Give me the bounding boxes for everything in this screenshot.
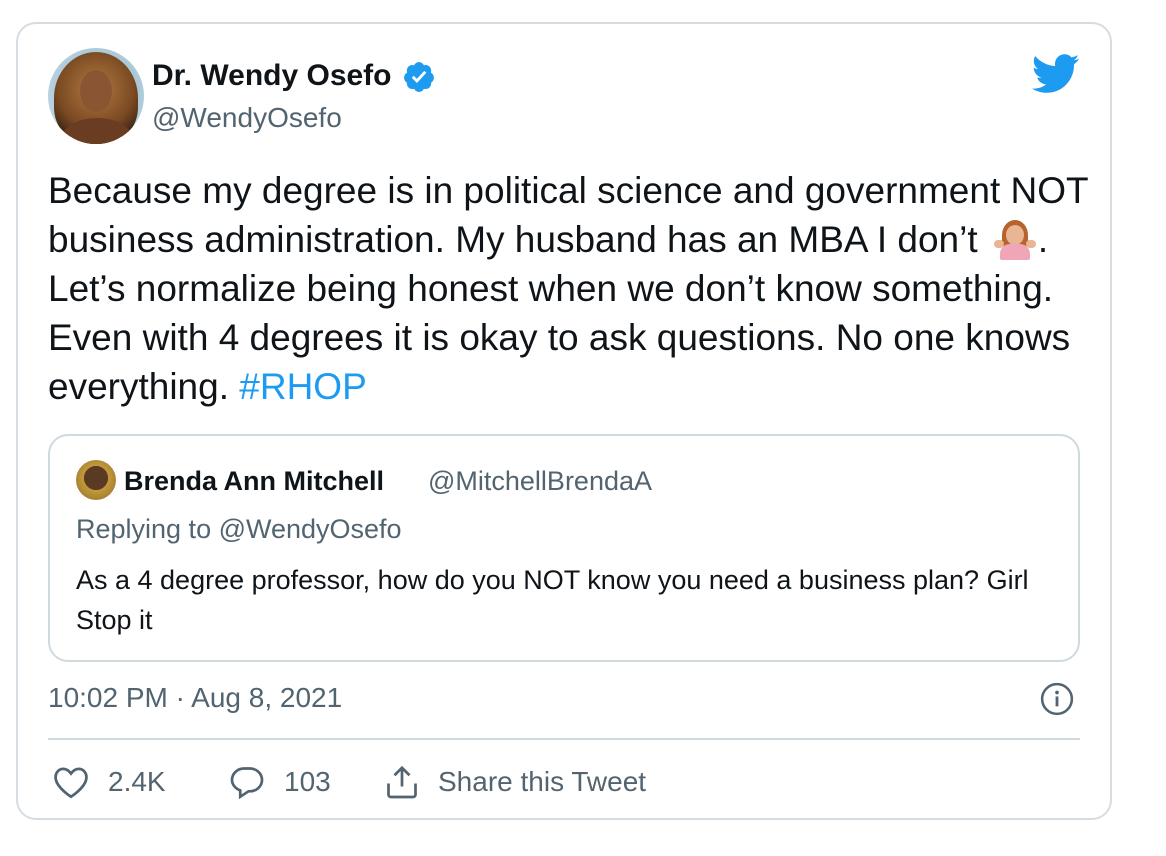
share-label: Share this Tweet	[438, 766, 647, 797]
hashtag-link[interactable]: #RHOP	[239, 366, 366, 407]
tweet-timestamp[interactable]: 10:02 PM · Aug 8, 2021	[48, 680, 342, 716]
author-name[interactable]: Dr. Wendy Osefo	[152, 58, 392, 94]
woman-shrugging-emoji-icon	[993, 220, 1036, 260]
reply-count: 103	[284, 766, 331, 797]
reply-button[interactable]: 103	[228, 762, 331, 802]
avatar-face	[80, 70, 112, 112]
like-count: 2.4K	[108, 766, 166, 797]
verified-badge-icon	[404, 62, 434, 92]
author-handle[interactable]: @WendyOsefo	[152, 100, 342, 136]
author-avatar[interactable]	[48, 48, 144, 144]
share-button[interactable]: Share this Tweet	[384, 762, 646, 802]
quoted-tweet[interactable]: Brenda Ann Mitchell @MitchellBrendaA Rep…	[48, 434, 1080, 662]
share-upload-icon	[387, 765, 417, 799]
tweet-text-part-1: Because my degree is in political scienc…	[48, 170, 1088, 260]
quoted-tweet-text: As a 4 degree professor, how do you NOT …	[76, 565, 1029, 635]
reply-bubble-icon	[230, 767, 264, 800]
tweet-body: Because my degree is in political scienc…	[48, 166, 1088, 411]
heart-icon	[54, 767, 88, 799]
quoted-author-handle: @MitchellBrendaA	[428, 466, 653, 496]
info-icon[interactable]	[1040, 682, 1074, 716]
divider	[48, 738, 1080, 740]
quoted-author-name: Brenda Ann Mitchell	[124, 466, 385, 496]
like-button[interactable]: 2.4K	[52, 762, 166, 802]
twitter-bird-icon[interactable]	[1032, 54, 1080, 94]
replying-to-label: Replying to @WendyOsefo	[76, 514, 402, 544]
quoted-author-avatar	[76, 460, 116, 500]
